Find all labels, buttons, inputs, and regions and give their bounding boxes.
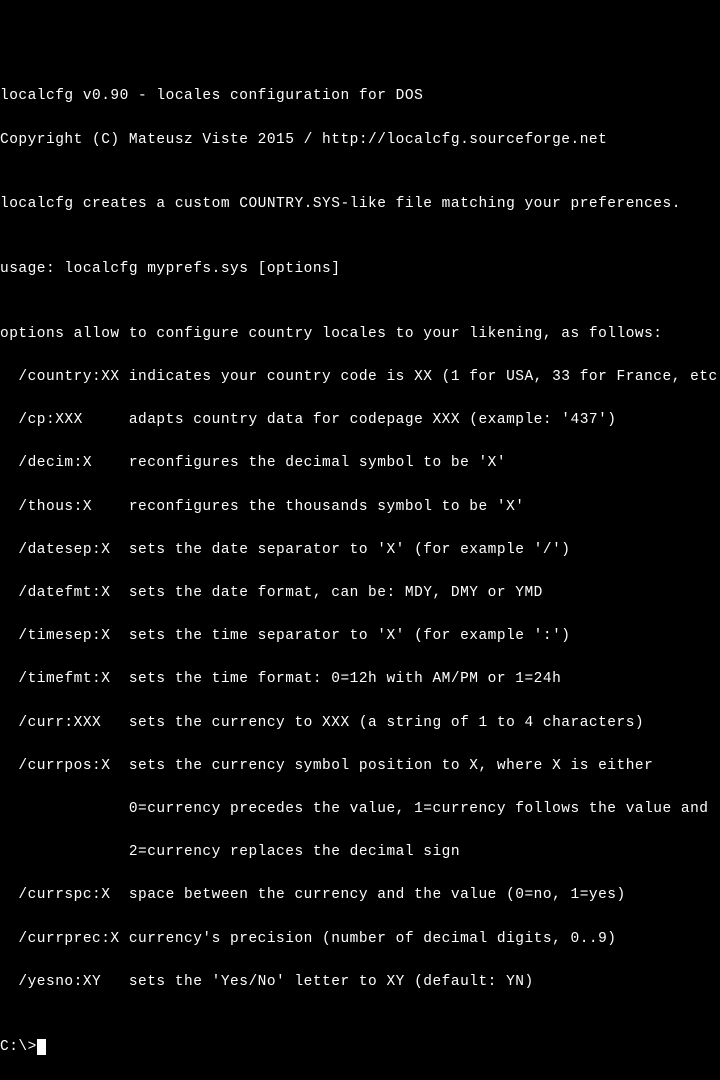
copyright-line: Copyright (C) Mateusz Viste 2015 / http:… — [0, 130, 720, 152]
option-cp: /cp:XXX adapts country data for codepage… — [0, 410, 720, 432]
option-currpos-1: /currpos:X sets the currency symbol posi… — [0, 756, 720, 778]
option-currprec: /currprec:X currency's precision (number… — [0, 929, 720, 951]
option-yesno: /yesno:XY sets the 'Yes/No' letter to XY… — [0, 972, 720, 994]
usage-line: usage: localcfg myprefs.sys [options] — [0, 259, 720, 281]
prompt-text: C:\> — [0, 1037, 37, 1059]
description-line: localcfg creates a custom COUNTRY.SYS-li… — [0, 194, 720, 216]
option-curr: /curr:XXX sets the currency to XXX (a st… — [0, 713, 720, 735]
program-title: localcfg v0.90 - locales configuration f… — [0, 86, 720, 108]
option-currpos-3: 2=currency replaces the decimal sign — [0, 842, 720, 864]
option-timesep: /timesep:X sets the time separator to 'X… — [0, 626, 720, 648]
option-decim: /decim:X reconfigures the decimal symbol… — [0, 453, 720, 475]
option-currpos-2: 0=currency precedes the value, 1=currenc… — [0, 799, 720, 821]
option-timefmt: /timefmt:X sets the time format: 0=12h w… — [0, 669, 720, 691]
option-country: /country:XX indicates your country code … — [0, 367, 720, 389]
command-prompt[interactable]: C:\> — [0, 1037, 720, 1059]
option-currspc: /currspc:X space between the currency an… — [0, 885, 720, 907]
option-thous: /thous:X reconfigures the thousands symb… — [0, 497, 720, 519]
option-datesep: /datesep:X sets the date separator to 'X… — [0, 540, 720, 562]
options-intro: options allow to configure country local… — [0, 324, 720, 346]
option-datefmt: /datefmt:X sets the date format, can be:… — [0, 583, 720, 605]
cursor-icon — [37, 1039, 46, 1055]
